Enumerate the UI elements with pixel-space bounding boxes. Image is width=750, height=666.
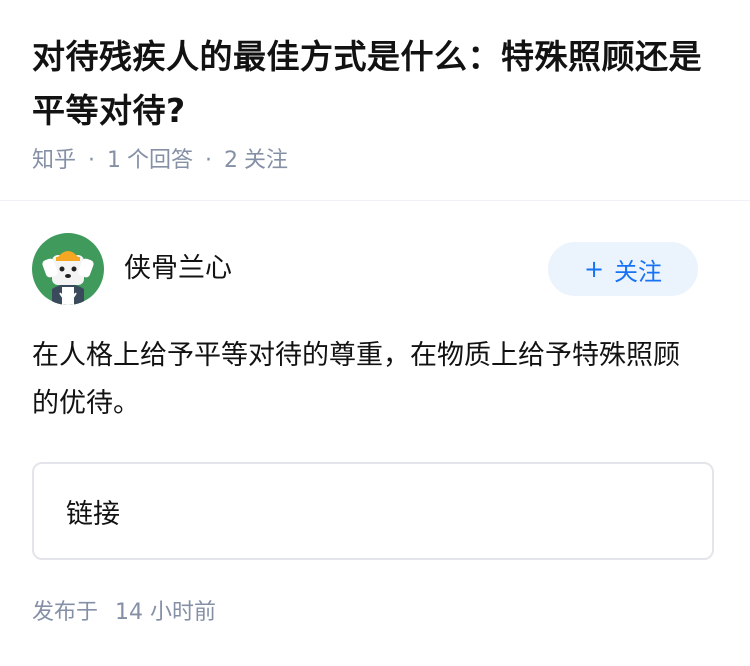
author-name[interactable]: 侠骨兰心: [124, 251, 232, 287]
follow-count-label[interactable]: 关注: [244, 146, 288, 176]
meta-separator: ·: [88, 148, 96, 173]
author-row: 侠骨兰心 + 关注: [32, 233, 698, 305]
follow-button-label: 关注: [614, 257, 663, 286]
publish-prefix: 发布于: [32, 600, 99, 625]
answer-count: 1: [107, 148, 122, 173]
question-title[interactable]: 对待残疾人的最佳方式是什么：特殊照顾还是平等对待?: [32, 30, 722, 138]
cartoon-dog-avatar-icon[interactable]: [32, 233, 104, 305]
answer-count-label[interactable]: 个回答: [127, 146, 193, 176]
answer-text: 在人格上给予平等对待的尊重，在物质上给予特殊照顾的优待。: [32, 340, 680, 419]
follow-button[interactable]: + 关注: [548, 242, 698, 296]
section-divider: [0, 200, 750, 201]
follow-count: 2: [224, 148, 239, 173]
plus-icon: +: [583, 255, 605, 283]
meta-separator: ·: [205, 148, 213, 173]
question-meta: 知乎 · 1 个回答 · 2 关注: [32, 146, 722, 176]
publish-relative-time: 14 小时前: [115, 600, 217, 625]
question-header: 对待残疾人的最佳方式是什么：特殊照顾还是平等对待? 知乎 · 1 个回答 · 2…: [32, 30, 722, 176]
publish-time: 发布于 14 小时前: [32, 598, 216, 628]
link-card-label: 链接: [66, 498, 120, 530]
link-card[interactable]: 链接: [32, 462, 714, 560]
source-label[interactable]: 知乎: [32, 146, 76, 176]
